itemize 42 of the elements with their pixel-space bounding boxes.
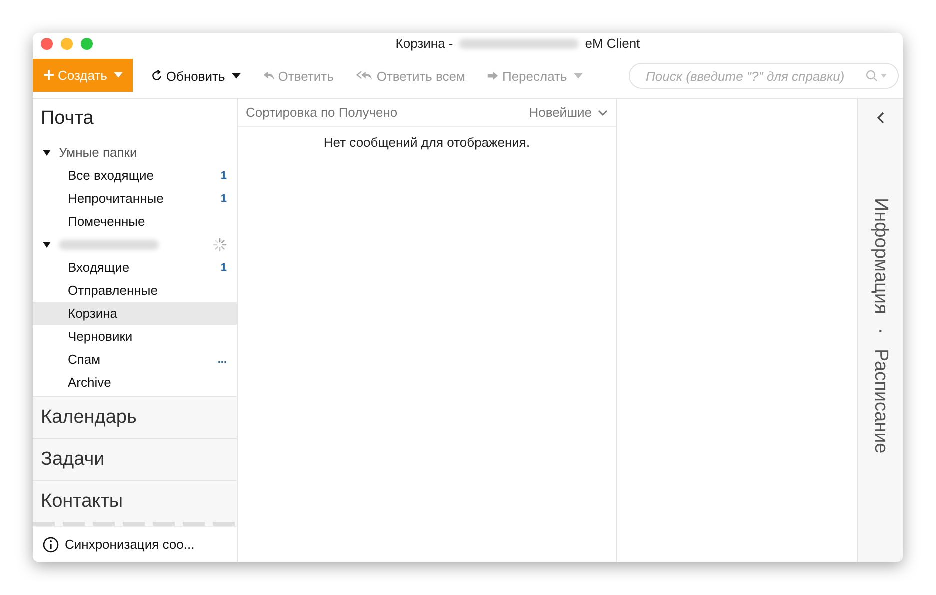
nav-section[interactable]: Контакты [33,480,237,522]
empty-message: Нет сообщений для отображения. [322,134,532,150]
folder-item[interactable]: Все входящие 1 [33,164,237,187]
folder-item[interactable]: Корзина [33,302,237,325]
sort-label[interactable]: Сортировка по Получено [246,105,398,120]
nav-section[interactable]: Задачи [33,438,237,480]
folder-item[interactable]: Черновики [33,325,237,348]
caret-icon [574,73,584,79]
chevron-left-icon[interactable] [876,112,884,124]
folder-item[interactable]: Спам ... [33,348,237,371]
tab-separator: · [870,328,892,335]
plus-icon [43,69,55,81]
status-text: Синхронизация соо... [65,537,195,552]
refresh-icon [151,70,164,82]
expand-triangle-icon[interactable] [43,150,51,156]
forward-icon [487,70,500,82]
nav-section[interactable]: Календарь [33,396,237,438]
folder-item[interactable]: Отправленные [33,279,237,302]
window-title: Корзина - [396,36,454,51]
minimize-icon[interactable] [61,38,73,50]
folder-group-label[interactable]: Умные папки [59,145,138,160]
section-title: Почта [40,107,95,131]
folder-item[interactable]: Помеченные [33,210,237,233]
caret-icon [232,73,242,79]
sort-order-dropdown[interactable]: Новейшие [529,105,608,120]
caret-icon [114,72,124,78]
reply-icon [263,70,276,82]
chevron-down-icon [598,110,608,116]
side-tab[interactable]: Информация [870,198,892,314]
refresh-button[interactable]: Обновить [141,60,252,92]
close-icon[interactable] [41,38,53,50]
info-icon [43,536,59,552]
reply-all-icon [356,70,374,82]
expand-triangle-icon[interactable] [43,242,51,248]
side-tab[interactable]: Расписание [870,348,892,454]
search-icon [866,70,888,82]
maximize-icon[interactable] [81,38,93,50]
folder-item[interactable]: Входящие 1 [33,256,237,279]
app-name: eM Client [585,36,640,51]
folder-item[interactable]: Непрочитанные 1 [33,187,237,210]
search-field[interactable]: Поиск (введите "?" для справки) [629,63,899,89]
folder-item[interactable]: Archive [33,371,237,394]
